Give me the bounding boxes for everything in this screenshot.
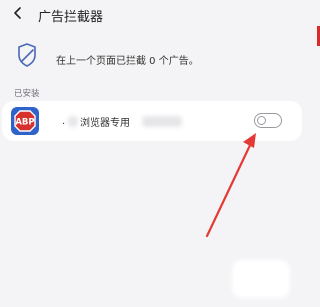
extension-toggle[interactable]: [254, 113, 282, 128]
abp-logo-icon: ABP: [11, 107, 39, 135]
blocked-count-row: 在上一个页面已拦截 0 个广告。: [0, 38, 320, 74]
top-bar: 广告拦截器: [0, 0, 320, 30]
abp-logo-text: ABP: [15, 117, 34, 127]
blocked-count-text: 在上一个页面已拦截 0 个广告。: [56, 56, 199, 67]
installed-section-label: 已安装: [14, 89, 40, 99]
extension-card[interactable]: ABP . 浏览器专用: [2, 101, 302, 141]
chevron-left-icon[interactable]: [10, 5, 26, 21]
redaction-patch: [232, 260, 290, 298]
extension-name-prefix: .: [62, 116, 66, 127]
extension-name: 浏览器专用: [80, 118, 130, 129]
toggle-knob: [256, 115, 266, 125]
shield-icon: [18, 43, 36, 67]
redacted-text: [68, 116, 78, 127]
page-title: 广告拦截器: [38, 10, 104, 25]
redacted-text: [142, 116, 182, 127]
